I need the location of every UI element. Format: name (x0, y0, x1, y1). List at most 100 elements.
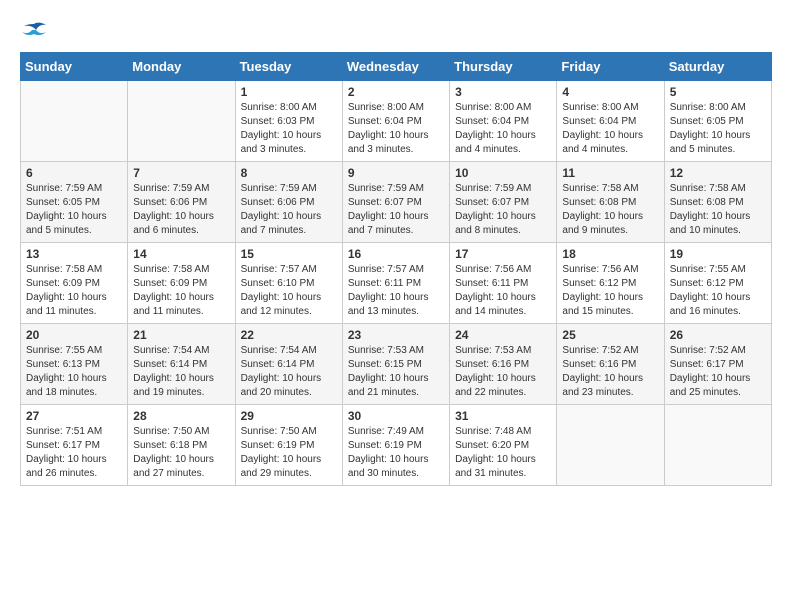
day-number: 22 (241, 328, 337, 342)
day-number: 8 (241, 166, 337, 180)
day-number: 5 (670, 85, 766, 99)
calendar-header-sunday: Sunday (21, 53, 128, 81)
day-info: Daylight: 10 hours and 30 minutes. (348, 453, 444, 481)
day-number: 14 (133, 247, 229, 261)
day-info: Daylight: 10 hours and 25 minutes. (670, 372, 766, 400)
calendar-day-19: 19Sunrise: 7:55 AMSunset: 6:12 PMDayligh… (664, 243, 771, 324)
day-info: Sunset: 6:06 PM (133, 196, 229, 210)
day-info: Sunset: 6:03 PM (241, 115, 337, 129)
day-info: Sunrise: 7:59 AM (241, 182, 337, 196)
day-number: 20 (26, 328, 122, 342)
day-info: Sunrise: 7:53 AM (348, 344, 444, 358)
day-info: Sunset: 6:09 PM (26, 277, 122, 291)
day-number: 13 (26, 247, 122, 261)
day-info: Daylight: 10 hours and 15 minutes. (562, 291, 658, 319)
day-info: Sunset: 6:12 PM (670, 277, 766, 291)
day-info: Daylight: 10 hours and 6 minutes. (133, 210, 229, 238)
calendar-header-row: SundayMondayTuesdayWednesdayThursdayFrid… (21, 53, 772, 81)
calendar-empty-cell (128, 81, 235, 162)
calendar-day-6: 6Sunrise: 7:59 AMSunset: 6:05 PMDaylight… (21, 162, 128, 243)
calendar-day-11: 11Sunrise: 7:58 AMSunset: 6:08 PMDayligh… (557, 162, 664, 243)
calendar-day-4: 4Sunrise: 8:00 AMSunset: 6:04 PMDaylight… (557, 81, 664, 162)
day-number: 26 (670, 328, 766, 342)
day-number: 23 (348, 328, 444, 342)
day-info: Sunrise: 7:48 AM (455, 425, 551, 439)
day-number: 10 (455, 166, 551, 180)
day-info: Daylight: 10 hours and 23 minutes. (562, 372, 658, 400)
day-info: Sunset: 6:10 PM (241, 277, 337, 291)
day-info: Daylight: 10 hours and 4 minutes. (455, 129, 551, 157)
day-number: 18 (562, 247, 658, 261)
day-info: Daylight: 10 hours and 11 minutes. (133, 291, 229, 319)
calendar-header-monday: Monday (128, 53, 235, 81)
calendar-day-25: 25 Sunrise: 7:52 AMSunset: 6:16 PMDayligh… (557, 324, 664, 405)
day-info: Sunset: 6:08 PM (562, 196, 658, 210)
calendar-week-row: 20Sunrise: 7:55 AMSunset: 6:13 PMDayligh… (21, 324, 772, 405)
day-info: Daylight: 10 hours and 7 minutes. (241, 210, 337, 238)
day-number: 24 (455, 328, 551, 342)
day-info: Daylight: 10 hours and 22 minutes. (455, 372, 551, 400)
calendar-header-friday: Friday (557, 53, 664, 81)
day-info: Sunrise: 7:58 AM (562, 182, 658, 196)
calendar-day-5: 5Sunrise: 8:00 AMSunset: 6:05 PMDaylight… (664, 81, 771, 162)
day-number: 7 (133, 166, 229, 180)
day-info: Sunset: 6:17 PM (26, 439, 122, 453)
calendar-week-row: 13Sunrise: 7:58 AMSunset: 6:09 PMDayligh… (21, 243, 772, 324)
day-info: Sunset: 6:11 PM (348, 277, 444, 291)
day-info: Sunrise: 7:58 AM (670, 182, 766, 196)
day-info: Sunrise: 8:00 AM (670, 101, 766, 115)
day-number: 30 (348, 409, 444, 423)
calendar-day-22: 22Sunrise: 7:54 AMSunset: 6:14 PMDayligh… (235, 324, 342, 405)
day-number: 25 (562, 328, 658, 342)
day-info: Daylight: 10 hours and 9 minutes. (562, 210, 658, 238)
day-info: Daylight: 10 hours and 3 minutes. (348, 129, 444, 157)
day-number: 19 (670, 247, 766, 261)
day-info: Sunrise: 7:51 AM (26, 425, 122, 439)
day-info: Daylight: 10 hours and 8 minutes. (455, 210, 551, 238)
day-info: Sunset: 6:08 PM (670, 196, 766, 210)
logo (20, 20, 52, 42)
day-number: 12 (670, 166, 766, 180)
day-info: Sunset: 6:19 PM (348, 439, 444, 453)
calendar-day-23: 23Sunrise: 7:53 AMSunset: 6:15 PMDayligh… (342, 324, 449, 405)
day-info: Daylight: 10 hours and 7 minutes. (348, 210, 444, 238)
calendar-day-7: 7Sunrise: 7:59 AMSunset: 6:06 PMDaylight… (128, 162, 235, 243)
day-info: Sunset: 6:05 PM (670, 115, 766, 129)
day-info: Sunset: 6:07 PM (348, 196, 444, 210)
calendar-day-12: 12 Sunrise: 7:58 AMSunset: 6:08 PMDayligh… (664, 162, 771, 243)
day-number: 1 (241, 85, 337, 99)
day-info: Sunset: 6:07 PM (455, 196, 551, 210)
calendar-day-20: 20Sunrise: 7:55 AMSunset: 6:13 PMDayligh… (21, 324, 128, 405)
day-info: Sunrise: 7:50 AM (133, 425, 229, 439)
calendar-empty-cell (664, 405, 771, 486)
day-info: Sunset: 6:19 PM (241, 439, 337, 453)
day-info: Sunrise: 7:58 AM (133, 263, 229, 277)
calendar-day-17: 17Sunrise: 7:56 AMSunset: 6:11 PMDayligh… (450, 243, 557, 324)
day-info: Sunset: 6:04 PM (348, 115, 444, 129)
day-info: Daylight: 10 hours and 3 minutes. (241, 129, 337, 157)
calendar-day-27: 27Sunrise: 7:51 AMSunset: 6:17 PMDayligh… (21, 405, 128, 486)
calendar-day-1: 1Sunrise: 8:00 AMSunset: 6:03 PMDaylight… (235, 81, 342, 162)
day-info: Sunrise: 7:55 AM (26, 344, 122, 358)
calendar-table: SundayMondayTuesdayWednesdayThursdayFrid… (20, 52, 772, 486)
calendar-empty-cell (557, 405, 664, 486)
day-info: Sunset: 6:11 PM (455, 277, 551, 291)
day-info: Sunset: 6:16 PM (562, 358, 658, 372)
calendar-day-21: 21Sunrise: 7:54 AMSunset: 6:14 PMDayligh… (128, 324, 235, 405)
calendar-header-thursday: Thursday (450, 53, 557, 81)
calendar-day-30: 30Sunrise: 7:49 AMSunset: 6:19 PMDayligh… (342, 405, 449, 486)
day-number: 17 (455, 247, 551, 261)
day-info: Sunset: 6:04 PM (455, 115, 551, 129)
day-info: Daylight: 10 hours and 10 minutes. (670, 210, 766, 238)
calendar-week-row: 1Sunrise: 8:00 AMSunset: 6:03 PMDaylight… (21, 81, 772, 162)
day-info: Sunset: 6:17 PM (670, 358, 766, 372)
day-info: Sunset: 6:12 PM (562, 277, 658, 291)
day-info: Daylight: 10 hours and 11 minutes. (26, 291, 122, 319)
day-info: Sunrise: 8:00 AM (348, 101, 444, 115)
day-info: Sunset: 6:16 PM (455, 358, 551, 372)
day-info: Sunrise: 7:52 AM (562, 344, 658, 358)
day-info: Sunset: 6:14 PM (133, 358, 229, 372)
day-info: Sunset: 6:06 PM (241, 196, 337, 210)
day-info: Sunrise: 7:59 AM (26, 182, 122, 196)
day-info: Sunrise: 7:54 AM (241, 344, 337, 358)
